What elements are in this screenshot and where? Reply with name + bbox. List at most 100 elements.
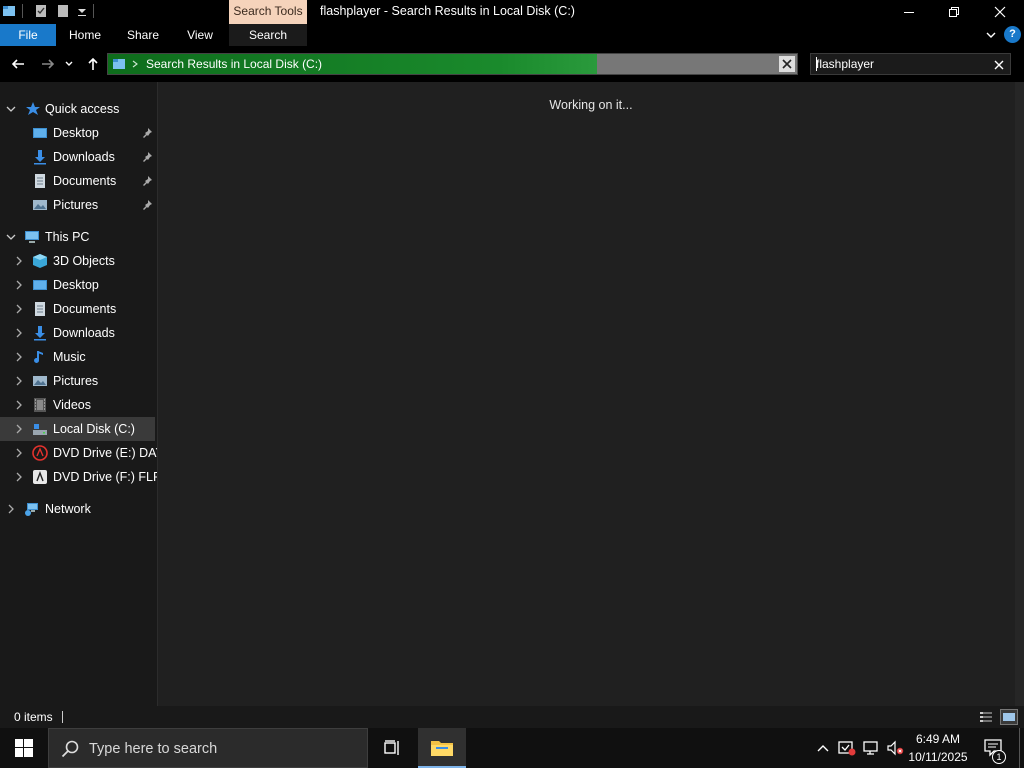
nav-label: Downloads [53, 150, 115, 164]
restore-icon [949, 7, 959, 17]
breadcrumb-chevron-icon [132, 60, 138, 68]
nav-label: Documents [53, 174, 117, 188]
status-bar: 0 items [0, 706, 1024, 728]
chevron-down-icon [986, 32, 996, 38]
clock-time[interactable]: 6:49 AM [905, 732, 971, 746]
folder-icon [431, 741, 453, 756]
address-path[interactable]: Search Results in Local Disk (C:) [146, 57, 322, 71]
nav-label: Network [45, 502, 91, 516]
nav-qa-downloads[interactable]: Downloads [0, 145, 157, 169]
document-icon [35, 302, 45, 316]
nav-this-pc[interactable]: This PC [0, 225, 157, 249]
tab-file[interactable]: File [0, 24, 56, 46]
pin-icon [143, 176, 152, 186]
arrow-right-icon [42, 59, 55, 69]
customize-qat-icon[interactable] [75, 4, 89, 18]
minimize-button[interactable] [886, 0, 932, 24]
network-wired-icon [863, 741, 878, 755]
start-button[interactable] [0, 728, 48, 768]
window-title: flashplayer - Search Results in Local Di… [320, 4, 575, 18]
security-warning-icon [838, 741, 856, 756]
large-icons-view-icon [1003, 713, 1015, 721]
taskbar: Type here to search 6:49 AM 10/11/2025 1 [0, 728, 1024, 768]
nav-pc-pictures[interactable]: Pictures [0, 369, 157, 393]
nav-qa-documents[interactable]: Documents [0, 169, 157, 193]
close-icon [782, 59, 792, 69]
vertical-scrollbar[interactable] [1015, 82, 1024, 706]
close-icon [994, 6, 1006, 18]
close-button[interactable] [977, 0, 1023, 24]
search-box[interactable]: flashplayer [810, 53, 1011, 75]
restore-button[interactable] [931, 0, 977, 24]
document-icon [35, 174, 45, 188]
nav-label: DVD Drive (E:) DAY_ [53, 446, 157, 460]
expand-ribbon-button[interactable] [984, 28, 998, 42]
nav-pc-documents[interactable]: Documents [0, 297, 157, 321]
stop-search-button[interactable] [779, 56, 795, 72]
show-hidden-icons-button[interactable] [813, 738, 833, 758]
new-folder-icon[interactable] [56, 4, 70, 18]
nav-pc-3d-objects[interactable]: 3D Objects [0, 249, 157, 273]
help-icon: ? [1009, 28, 1016, 40]
chevron-down-icon [65, 61, 73, 66]
address-bar[interactable]: Search Results in Local Disk (C:) [107, 53, 798, 75]
details-view-button[interactable] [978, 709, 994, 725]
nav-pc-music[interactable]: Music [0, 345, 157, 369]
chevron-right-icon [16, 256, 22, 266]
file-explorer-taskbar-button[interactable] [418, 728, 466, 768]
chevron-right-icon [16, 400, 22, 410]
help-button[interactable]: ? [1004, 26, 1021, 43]
nav-pc-desktop[interactable]: Desktop [0, 273, 157, 297]
volume-tray-button[interactable] [885, 738, 905, 758]
taskbar-search-box[interactable]: Type here to search [48, 728, 368, 768]
task-view-button[interactable] [368, 728, 416, 768]
nav-qa-desktop[interactable]: Desktop [0, 121, 157, 145]
speaker-muted-icon [887, 740, 904, 756]
title-bar: Search Tools flashplayer - Search Result… [0, 0, 1024, 24]
back-button[interactable] [8, 54, 28, 74]
clock-date[interactable]: 10/11/2025 [905, 750, 971, 764]
nav-qa-pictures[interactable]: Pictures [0, 193, 157, 217]
close-icon [994, 60, 1004, 70]
large-icons-view-button[interactable] [1000, 709, 1018, 725]
up-button[interactable] [83, 54, 103, 74]
flash-disc-icon [33, 470, 47, 484]
pin-icon [143, 128, 152, 138]
search-input[interactable]: flashplayer [816, 57, 874, 71]
nav-label: 3D Objects [53, 254, 115, 268]
tab-share[interactable]: Share [120, 24, 166, 46]
nav-pc-dvd-drive-f[interactable]: DVD Drive (F:) FLPR [0, 465, 157, 489]
show-desktop-button[interactable] [1019, 728, 1020, 768]
nav-pc-dvd-drive-e[interactable]: DVD Drive (E:) DAY_ [0, 441, 157, 465]
cube-icon [33, 254, 47, 268]
search-icon [61, 740, 79, 758]
tab-view[interactable]: View [178, 24, 222, 46]
tab-home[interactable]: Home [62, 24, 108, 46]
nav-label: Quick access [45, 102, 120, 116]
clear-search-button[interactable] [994, 59, 1004, 70]
forward-button[interactable] [38, 54, 58, 74]
chevron-up-icon [817, 745, 829, 752]
nav-network[interactable]: Network [0, 497, 157, 521]
tab-search[interactable]: Search [229, 24, 307, 46]
search-results-icon [113, 59, 125, 69]
file-list-area[interactable]: Working on it... [158, 82, 1024, 706]
nav-pc-local-disk-c[interactable]: Local Disk (C:) [0, 417, 155, 441]
chevron-right-icon [16, 280, 22, 290]
nav-label: Videos [53, 398, 91, 412]
pin-icon [143, 152, 152, 162]
hard-drive-icon [33, 424, 47, 435]
download-icon [34, 150, 46, 165]
music-note-icon [34, 351, 43, 363]
nav-pc-downloads[interactable]: Downloads [0, 321, 157, 345]
nav-quick-access[interactable]: Quick access [0, 97, 157, 121]
security-tray-button[interactable] [837, 738, 857, 758]
computer-icon [25, 231, 39, 243]
nav-pc-videos[interactable]: Videos [0, 393, 157, 417]
ribbon-tabs: File Home Share View Search ? [0, 24, 1024, 46]
network-tray-button[interactable] [861, 738, 881, 758]
item-count: 0 items [14, 710, 53, 724]
navigation-pane: Quick access Desktop Downloads Documents… [0, 82, 157, 706]
properties-icon[interactable] [34, 4, 48, 18]
recent-locations-button[interactable] [62, 54, 76, 74]
